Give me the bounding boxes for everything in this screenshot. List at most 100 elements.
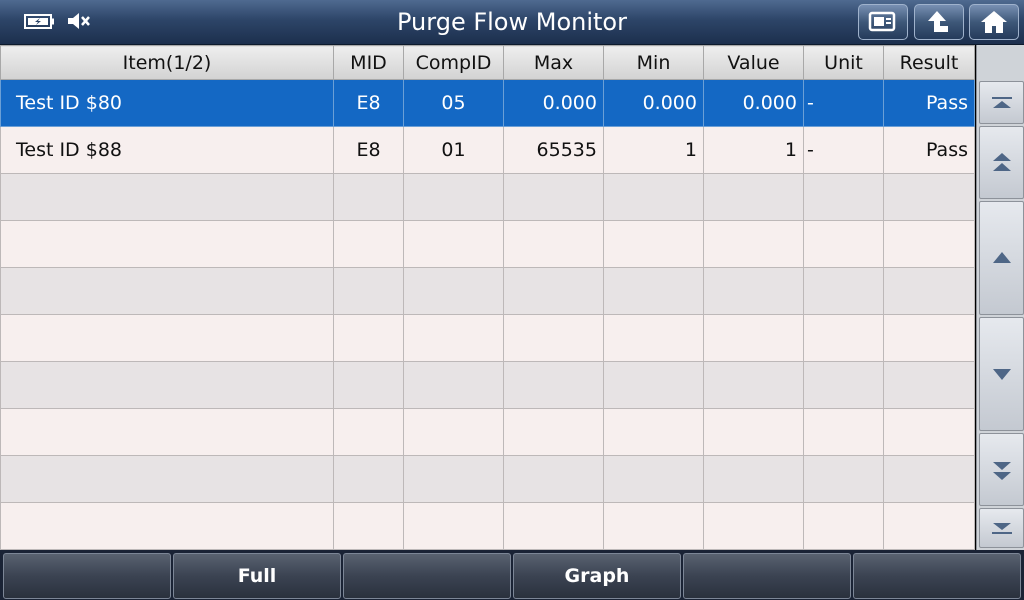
cell-min	[603, 502, 704, 550]
graph-button[interactable]: Graph	[513, 553, 681, 599]
cell-unit: -	[803, 126, 884, 174]
cell-max	[503, 408, 604, 456]
table-row[interactable]: Test ID $80 E8 05 0.000 0.000 0.000- Pass	[0, 79, 975, 127]
line-down-icon	[992, 369, 1011, 380]
line-up-icon	[992, 252, 1011, 263]
cell-result	[883, 267, 975, 315]
cell-unit	[803, 267, 884, 315]
cell-min	[603, 455, 704, 503]
cell-unit	[803, 314, 884, 362]
page-down-button[interactable]	[979, 433, 1024, 506]
table-row[interactable]	[0, 361, 975, 409]
column-header-mid: MID	[333, 45, 404, 80]
function-button-6[interactable]	[853, 553, 1021, 599]
back-arrow-icon	[928, 11, 948, 32]
cell-result	[883, 361, 975, 409]
cell-item	[0, 267, 334, 315]
cell-max	[503, 220, 604, 268]
cell-value	[703, 408, 804, 456]
column-header-item: Item(1/2)	[0, 45, 334, 80]
function-button-5[interactable]	[683, 553, 851, 599]
cell-min: 0.000	[603, 79, 704, 127]
function-bar: Full Graph	[0, 550, 1024, 600]
table-row[interactable]	[0, 455, 975, 503]
cell-value: 0.000	[703, 79, 804, 127]
cell-compid	[403, 502, 504, 550]
cell-value	[703, 220, 804, 268]
title-bar: Purge Flow Monitor	[0, 0, 1024, 45]
cell-max	[503, 267, 604, 315]
cell-value	[703, 314, 804, 362]
cell-min	[603, 220, 704, 268]
cell-compid	[403, 173, 504, 221]
column-header-unit: Unit	[803, 45, 884, 80]
print-screen-icon	[868, 11, 896, 32]
table-row[interactable]	[0, 220, 975, 268]
cell-result	[883, 502, 975, 550]
cell-item	[0, 455, 334, 503]
cell-result	[883, 173, 975, 221]
home-button[interactable]	[969, 4, 1019, 40]
cell-mid	[333, 502, 404, 550]
cell-min	[603, 314, 704, 362]
line-up-button[interactable]	[979, 201, 1024, 315]
column-header-max: Max	[503, 45, 604, 80]
results-table-container: Item(1/2) MID CompID Max Min Value Unit …	[0, 45, 976, 550]
cell-result: Pass	[883, 126, 975, 174]
cell-mid	[333, 267, 404, 315]
cell-max: 65535	[503, 126, 604, 174]
line-down-button[interactable]	[979, 317, 1024, 431]
cell-mid: E8	[333, 79, 404, 127]
cell-compid: 01	[403, 126, 504, 174]
cell-item	[0, 220, 334, 268]
function-button-3[interactable]	[343, 553, 511, 599]
table-row[interactable]: Test ID $88 E8 01 65535 1 1- Pass	[0, 126, 975, 174]
cell-max	[503, 361, 604, 409]
scroll-panel	[976, 45, 1024, 550]
cell-min	[603, 173, 704, 221]
table-row[interactable]	[0, 173, 975, 221]
column-header-compid: CompID	[403, 45, 504, 80]
cell-result: Pass	[883, 79, 975, 127]
page-down-icon	[992, 461, 1011, 480]
scroll-to-top-button[interactable]	[979, 81, 1024, 124]
cell-compid	[403, 314, 504, 362]
cell-value: 1	[703, 126, 804, 174]
cell-compid	[403, 408, 504, 456]
table-row[interactable]	[0, 267, 975, 315]
cell-item	[0, 502, 334, 550]
function-button-1[interactable]	[3, 553, 171, 599]
table-row[interactable]	[0, 502, 975, 550]
cell-max	[503, 455, 604, 503]
table-row[interactable]	[0, 314, 975, 362]
cell-compid	[403, 361, 504, 409]
cell-item	[0, 173, 334, 221]
back-button[interactable]	[914, 4, 964, 40]
cell-compid	[403, 220, 504, 268]
print-screen-button[interactable]	[858, 4, 908, 40]
cell-unit	[803, 220, 884, 268]
cell-value	[703, 267, 804, 315]
column-header-min: Min	[603, 45, 704, 80]
cell-unit: -	[803, 79, 884, 127]
cell-item: Test ID $88	[0, 126, 334, 174]
cell-min: 1	[603, 126, 704, 174]
cell-result	[883, 220, 975, 268]
cell-mid	[333, 455, 404, 503]
page-up-button[interactable]	[979, 126, 1024, 199]
scroll-to-bottom-button[interactable]	[979, 508, 1024, 548]
cell-value	[703, 502, 804, 550]
scroll-to-bottom-icon	[991, 523, 1012, 534]
cell-unit	[803, 502, 884, 550]
page-up-icon	[992, 152, 1011, 171]
table-header-row: Item(1/2) MID CompID Max Min Value Unit …	[0, 45, 975, 80]
cell-mid: E8	[333, 126, 404, 174]
cell-unit	[803, 173, 884, 221]
results-table: Item(1/2) MID CompID Max Min Value Unit …	[0, 45, 975, 550]
column-header-value: Value	[703, 45, 804, 80]
cell-mid	[333, 361, 404, 409]
table-row[interactable]	[0, 408, 975, 456]
cell-compid	[403, 267, 504, 315]
home-icon	[981, 11, 1007, 33]
full-button[interactable]: Full	[173, 553, 341, 599]
